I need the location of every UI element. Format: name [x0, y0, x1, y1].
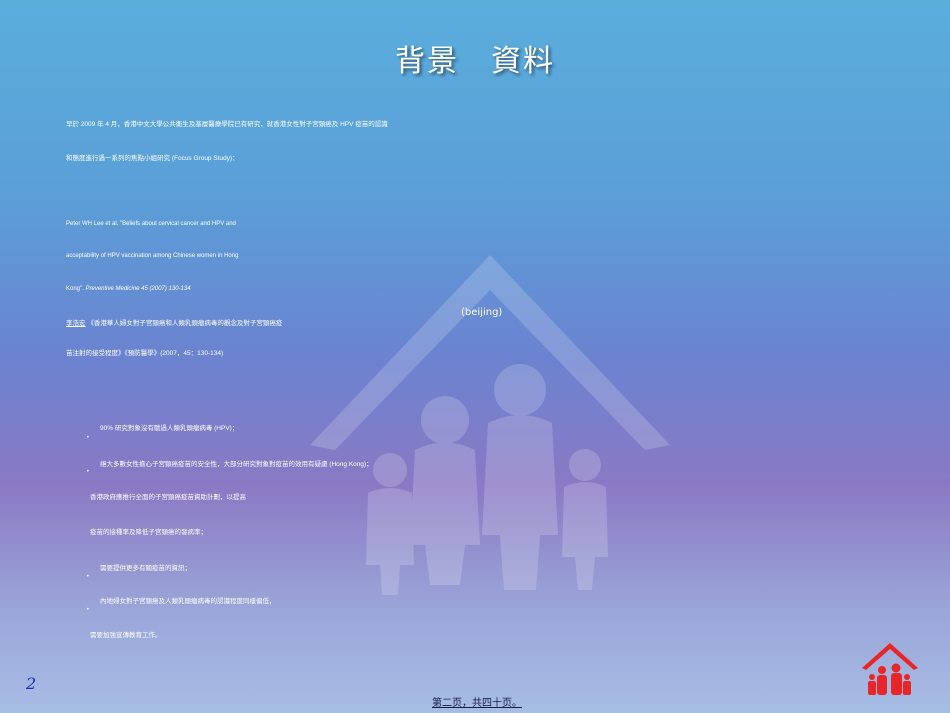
citation-line3: Kong". Preventive Medicine 45 (2007) 130…	[66, 286, 191, 292]
family-house-logo-icon	[862, 643, 918, 695]
slide: 背景 資料 早於 2009 年 4 月，香港中文大學公共衞生及基層醫療學院已有研…	[0, 0, 950, 713]
paragraph1-line2-text: 和態度進行過一系列的焦點小組研究	[66, 155, 170, 162]
citation-line1: Peter WH Lee et al. "Beliefs about cervi…	[66, 221, 236, 227]
finding-item3a: 需要提供更多有關疫苗的資訊；	[100, 565, 191, 572]
bullet-icon: •	[86, 606, 90, 613]
citation-line4: 李浩宏 《香港華人婦女對子宮頸癌和人類乳頭瘤病毒的觀念及對子宮頸癌疫	[66, 317, 282, 327]
page-number: 2	[26, 674, 37, 693]
finding-item2b: 香港政府應推行全面的子宮頸癌疫苗資助計劃，以提高	[90, 494, 246, 501]
citation-line5: 苗注射的接受程度》《預防醫學》(2007，45：130-134)	[66, 350, 224, 357]
bullet-icon: •	[86, 468, 90, 475]
center-note: (beijing)	[461, 307, 503, 318]
finding-item3b: 內地婦女對子宮頸癌及人類乳頭瘤病毒的認識程度同樣偏低，	[100, 598, 276, 605]
slide-title: 背景 資料	[395, 44, 555, 79]
finding-item1: 90% 研究對象沒有聽過人類乳頭瘤病毒 (HPV)；	[100, 425, 239, 432]
finding-item2a: 絕大多數女性擔心子宮頸癌疫苗的安全性，大部分研究對象對疫苗的效用有疑慮 (Hon…	[100, 461, 373, 468]
bullet-icon: •	[86, 434, 90, 441]
paragraph1-line2: 和態度進行過一系列的焦點小組研究 (Focus Group Study)：	[66, 152, 239, 162]
paragraph1-line1: 早於 2009 年 4 月，香港中文大學公共衞生及基層醫療學院已有研究，就香港女…	[66, 121, 388, 128]
citation-line4-text: 《香港華人婦女對子宮頸癌和人類乳頭瘤病毒的觀念及對子宮頸癌疫	[87, 320, 283, 327]
paragraph1-line2-en: (Focus Group Study)：	[171, 155, 239, 162]
citation-link[interactable]: 李浩宏	[66, 320, 86, 327]
family-house-icon	[310, 255, 670, 595]
citation-line2: acceptability of HPV vaccination among C…	[66, 253, 239, 259]
footer-page-indicator[interactable]: 第二页，共四十页。	[432, 694, 522, 709]
finding-item2c: 疫苗的接種率及降低子宮頸癌的發病率；	[90, 529, 207, 536]
citation-journal: Preventive Medicine 45 (2007) 130-134	[85, 286, 191, 292]
citation-line3-text: Kong".	[66, 286, 84, 292]
bullet-icon: •	[86, 573, 90, 580]
finding-item3c: 需要加強宣傳教育工作。	[90, 632, 162, 639]
